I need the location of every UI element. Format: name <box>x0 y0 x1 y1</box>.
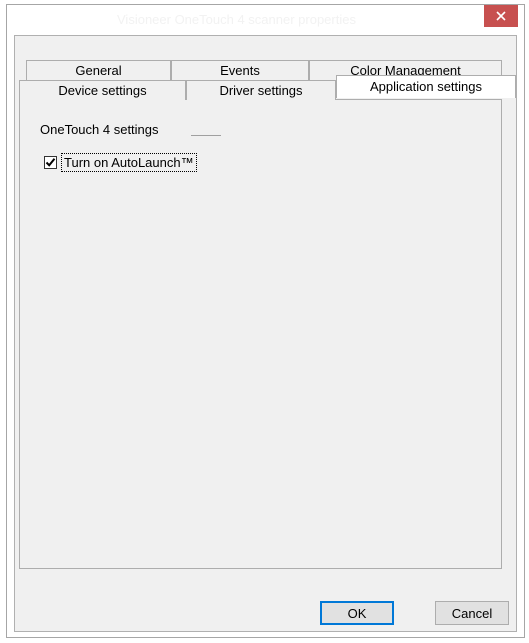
autolaunch-checkbox[interactable] <box>44 156 57 169</box>
group-divider <box>191 135 221 136</box>
tab-general[interactable]: General <box>26 60 171 80</box>
tab-events[interactable]: Events <box>171 60 309 80</box>
tab-application-settings[interactable]: Application settings <box>336 75 516 98</box>
page-frame: Visioneer OneTouch 4 scanner properties … <box>0 0 529 643</box>
checkmark-icon <box>45 158 56 167</box>
window-title: Visioneer OneTouch 4 scanner properties <box>117 12 356 27</box>
tab-driver-settings-label: Driver settings <box>219 83 303 98</box>
tab-driver-settings[interactable]: Driver settings <box>186 80 336 100</box>
cancel-button[interactable]: Cancel <box>435 601 509 625</box>
ok-button[interactable]: OK <box>320 601 394 625</box>
tab-events-label: Events <box>220 63 260 78</box>
group-label-onetouch-settings: OneTouch 4 settings <box>40 122 159 137</box>
tab-device-settings-label: Device settings <box>58 83 147 98</box>
tab-device-settings[interactable]: Device settings <box>19 80 186 100</box>
autolaunch-checkbox-label[interactable]: Turn on AutoLaunch™ <box>61 153 197 172</box>
tab-general-label: General <box>75 63 122 78</box>
close-button[interactable] <box>484 5 518 27</box>
dialog-window: Visioneer OneTouch 4 scanner properties … <box>6 4 525 638</box>
tab-application-settings-label: Application settings <box>369 79 482 94</box>
close-icon <box>496 11 506 21</box>
title-bar[interactable]: Visioneer OneTouch 4 scanner properties <box>7 5 524 35</box>
